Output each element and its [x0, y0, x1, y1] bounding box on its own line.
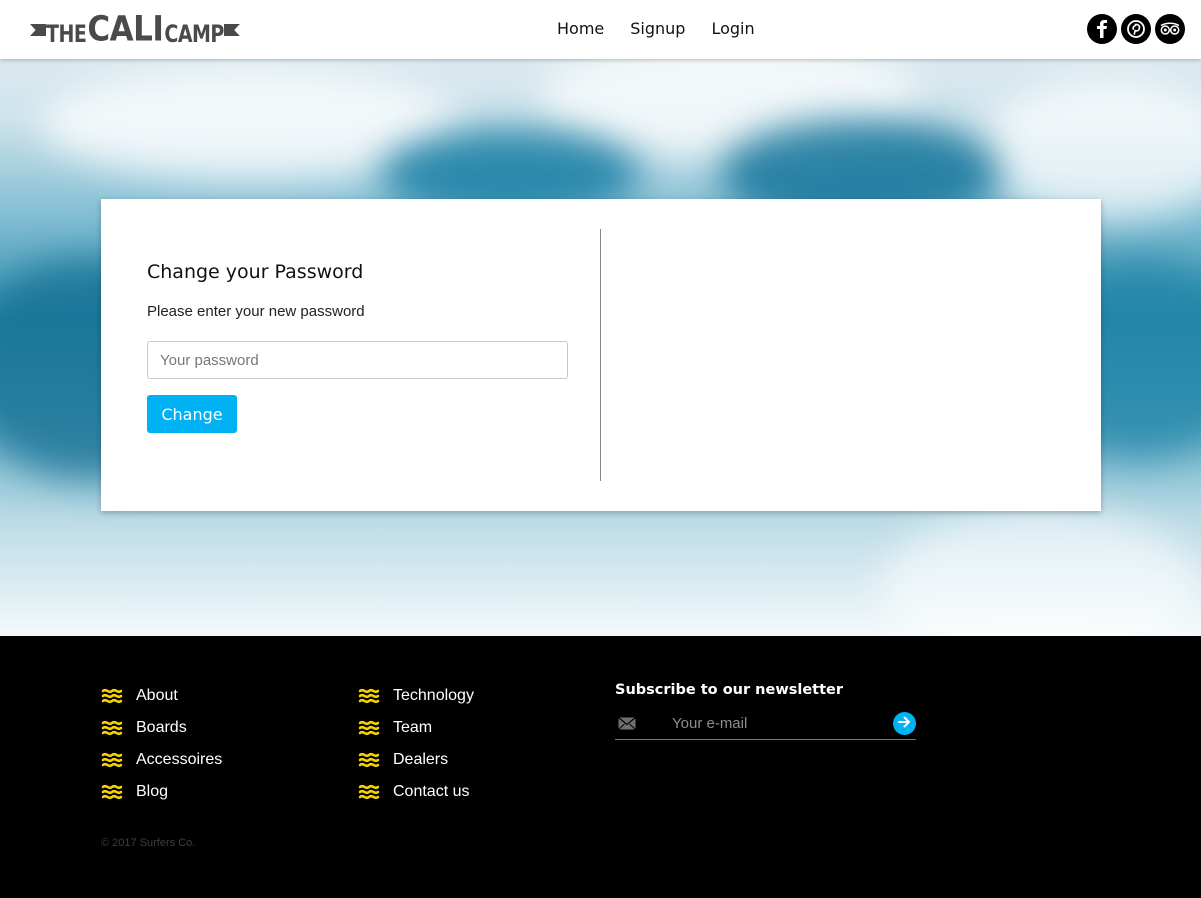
logo-camp: CAMP — [164, 20, 224, 49]
form-subtitle: Please enter your new password — [147, 303, 365, 320]
facebook-icon[interactable] — [1087, 14, 1117, 44]
tripadvisor-icon[interactable] — [1155, 14, 1185, 44]
arrow-right-icon — [898, 715, 911, 733]
newsletter-email-input[interactable] — [672, 712, 872, 734]
site-header: THE CALI CAMP Home Signup Login — [0, 0, 1201, 59]
change-password-card: Change your Password Please enter your n… — [101, 199, 1101, 511]
footer-link-label: Blog — [136, 783, 169, 800]
nav-home-link[interactable]: Home — [557, 19, 604, 38]
waves-icon — [358, 719, 380, 737]
copyright-text: © 2017 Surfers Co. — [101, 837, 196, 849]
card-divider — [600, 229, 601, 481]
password-input[interactable] — [147, 341, 568, 379]
social-links — [1087, 14, 1185, 44]
footer-link-label: Dealers — [393, 751, 449, 768]
logo-left-banner — [30, 24, 46, 36]
waves-icon — [101, 687, 123, 705]
pinterest-icon[interactable] — [1121, 14, 1151, 44]
site-footer: About Boards Accessoires Blog Technology… — [0, 636, 1201, 898]
footer-link-label: Team — [393, 719, 433, 736]
newsletter-submit-button[interactable] — [893, 712, 916, 735]
waves-icon — [101, 751, 123, 769]
logo-cali: CALI — [87, 8, 164, 50]
footer-links-col-1: About Boards Accessoires Blog — [101, 680, 222, 808]
wave-foam — [880, 509, 1200, 636]
logo-the: THE — [46, 20, 87, 49]
footer-link-team[interactable]: Team — [358, 712, 474, 744]
footer-link-about[interactable]: About — [101, 680, 222, 712]
logo-right-banner — [223, 24, 240, 36]
newsletter-section: Subscribe to our newsletter — [615, 682, 916, 740]
main-nav: Home Signup Login — [557, 19, 755, 38]
envelope-icon — [618, 717, 636, 735]
nav-login-link[interactable]: Login — [711, 19, 754, 38]
footer-link-label: Contact us — [393, 783, 470, 800]
waves-icon — [358, 783, 380, 801]
waves-icon — [358, 751, 380, 769]
logo-wordmark: THE CALI CAMP — [46, 8, 224, 50]
newsletter-form — [615, 708, 916, 740]
nav-signup-link[interactable]: Signup — [630, 19, 685, 38]
wave-foam — [980, 79, 1201, 219]
footer-link-label: About — [136, 687, 178, 704]
newsletter-title: Subscribe to our newsletter — [615, 682, 844, 698]
waves-icon — [358, 687, 380, 705]
footer-link-dealers[interactable]: Dealers — [358, 744, 474, 776]
footer-links-col-2: Technology Team Dealers Contact us — [358, 680, 474, 808]
footer-link-technology[interactable]: Technology — [358, 680, 474, 712]
waves-icon — [101, 783, 123, 801]
waves-icon — [101, 719, 123, 737]
footer-link-contact-us[interactable]: Contact us — [358, 776, 474, 808]
footer-link-label: Accessoires — [136, 751, 223, 768]
form-title: Change your Password — [147, 261, 364, 283]
footer-link-label: Technology — [393, 687, 474, 704]
footer-link-accessoires[interactable]: Accessoires — [101, 744, 222, 776]
footer-link-label: Boards — [136, 719, 187, 736]
footer-link-boards[interactable]: Boards — [101, 712, 222, 744]
site-logo[interactable]: THE CALI CAMP — [30, 12, 240, 48]
change-button[interactable]: Change — [147, 395, 237, 433]
footer-link-blog[interactable]: Blog — [101, 776, 222, 808]
